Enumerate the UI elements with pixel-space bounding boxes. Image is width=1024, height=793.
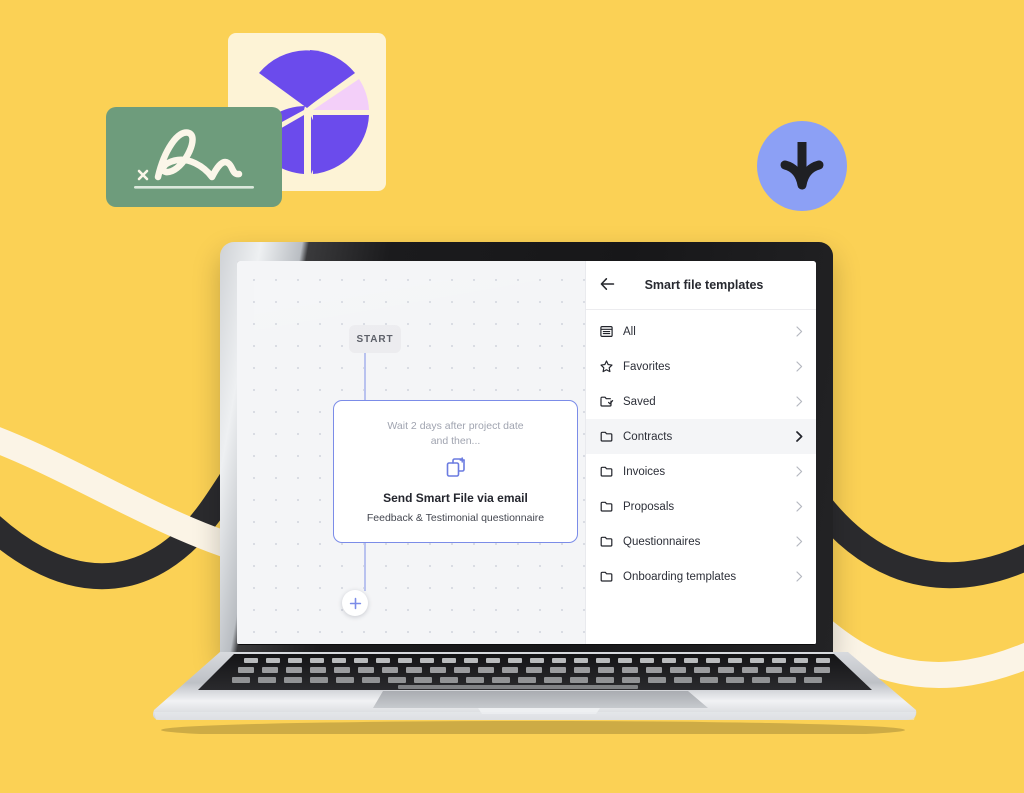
templates-panel: Smart file templates All Favorites Saved Co… <box>585 261 816 644</box>
panel-item-label: Proposals <box>623 500 675 513</box>
chevron-right-icon <box>796 326 806 337</box>
chevron-right-icon <box>796 361 806 372</box>
add-step-button[interactable] <box>342 590 368 616</box>
workflow-card-title: Send Smart File via email <box>383 491 528 505</box>
chevron-right-icon <box>796 501 806 512</box>
wait-condition-text: Wait 2 days after project date and then.… <box>387 419 523 449</box>
template-category-list: All Favorites Saved Contracts Invoices Propos… <box>586 310 816 594</box>
panel-item-favorites[interactable]: Favorites <box>586 349 816 384</box>
panel-item-questionnaires[interactable]: Questionnaires <box>586 524 816 559</box>
panel-item-label: All <box>623 325 636 338</box>
panel-item-contracts[interactable]: Contracts <box>586 419 816 454</box>
app-screen: START Wait 2 days after project date and… <box>237 261 816 644</box>
laptop-lid: START Wait 2 days after project date and… <box>220 242 833 657</box>
folder-check-icon <box>600 395 618 408</box>
connector-start-to-card <box>364 353 366 401</box>
chevron-right-icon <box>796 431 806 442</box>
panel-title: Smart file templates <box>644 278 764 292</box>
panel-item-label: Onboarding templates <box>623 570 737 583</box>
smart-file-icon <box>445 457 467 484</box>
folder-icon <box>600 570 618 583</box>
folder-icon <box>600 535 618 548</box>
book-icon <box>600 325 618 338</box>
wait-line-2: and then... <box>430 435 481 447</box>
laptop-base <box>148 650 918 734</box>
laptop-mockup: START Wait 2 days after project date and… <box>0 0 1024 793</box>
panel-item-label: Questionnaires <box>623 535 701 548</box>
panel-item-onboarding-templates[interactable]: Onboarding templates <box>586 559 816 594</box>
panel-item-label: Saved <box>623 395 656 408</box>
panel-header: Smart file templates <box>586 261 816 310</box>
chevron-right-icon <box>796 536 806 547</box>
panel-item-all[interactable]: All <box>586 314 816 349</box>
star-icon <box>600 360 618 373</box>
panel-item-invoices[interactable]: Invoices <box>586 454 816 489</box>
panel-item-label: Favorites <box>623 360 671 373</box>
folder-icon <box>600 465 618 478</box>
chevron-right-icon <box>796 571 806 582</box>
wait-line-1: Wait 2 days after project date <box>387 420 524 432</box>
panel-item-label: Invoices <box>623 465 666 478</box>
panel-item-saved[interactable]: Saved <box>586 384 816 419</box>
plus-icon <box>349 597 361 609</box>
scene: START Wait 2 days after project date and… <box>0 0 1024 793</box>
chevron-right-icon <box>796 396 806 407</box>
workflow-card-subtitle: Feedback & Testimonial questionnaire <box>366 512 545 524</box>
connector-card-to-add <box>364 543 366 591</box>
panel-item-proposals[interactable]: Proposals <box>586 489 816 524</box>
chevron-right-icon <box>796 466 806 477</box>
folder-icon <box>600 430 618 443</box>
panel-item-label: Contracts <box>623 430 673 443</box>
start-label: START <box>356 333 394 345</box>
back-arrow-icon[interactable] <box>600 277 615 296</box>
start-node[interactable]: START <box>349 325 401 353</box>
folder-icon <box>600 500 618 513</box>
laptop-bezel: START Wait 2 days after project date and… <box>237 261 816 645</box>
workflow-step-card[interactable]: Wait 2 days after project date and then.… <box>333 400 578 543</box>
workflow-canvas[interactable]: START Wait 2 days after project date and… <box>237 261 605 644</box>
